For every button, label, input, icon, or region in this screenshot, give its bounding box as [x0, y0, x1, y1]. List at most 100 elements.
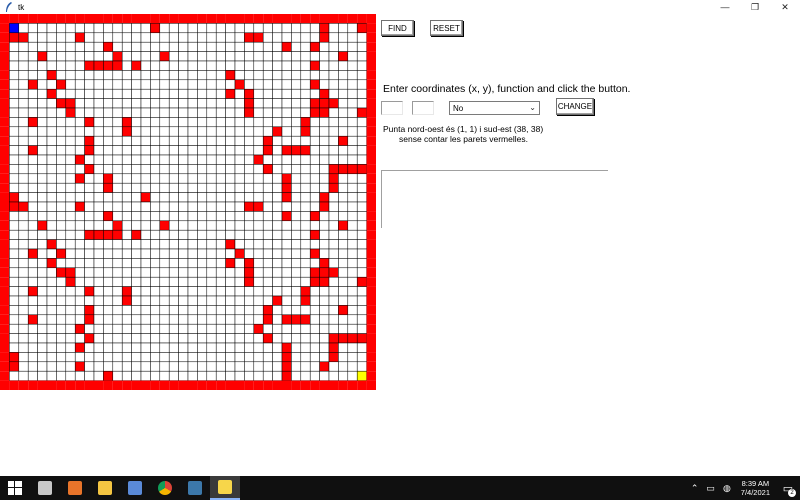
- notification-button[interactable]: ▭ 2: [776, 476, 800, 500]
- maze-cell-open: [168, 361, 179, 372]
- maze-cell-open: [291, 229, 302, 240]
- maze-cell-open: [319, 41, 330, 52]
- maze-cell-open: [347, 201, 358, 212]
- maze-cell-wall: [0, 249, 10, 259]
- minimize-button[interactable]: —: [710, 0, 740, 14]
- maze-cell-open: [131, 98, 142, 109]
- maze-cell-wall: [338, 135, 349, 146]
- maze-cell-open: [262, 248, 273, 259]
- maze-cell-wall: [84, 286, 95, 297]
- maze-cell-open: [168, 323, 179, 334]
- maze-cell-open: [347, 60, 358, 71]
- maze-cell-open: [300, 352, 311, 363]
- maze-cell-wall: [56, 267, 67, 278]
- taskbar-python-idle-button[interactable]: [180, 476, 210, 500]
- maze-cell-open: [291, 164, 302, 175]
- y-coordinate-input[interactable]: [412, 101, 434, 115]
- maze-cell-open: [46, 145, 57, 156]
- maze-cell-open: [309, 23, 320, 34]
- clock[interactable]: 8:39 AM 7/4/2021: [741, 479, 770, 497]
- maze-cell-open: [225, 182, 236, 193]
- maze-cell-open: [150, 239, 161, 250]
- maze-cell-open: [46, 164, 57, 175]
- maze-cell-open: [93, 23, 104, 34]
- maze-cell-open: [244, 211, 255, 222]
- taskbar-documents-button[interactable]: [120, 476, 150, 500]
- maze-cell-open: [74, 60, 85, 71]
- maze-cell-wall: [121, 286, 132, 297]
- maze-cell-open: [338, 126, 349, 137]
- maze-cell-open: [309, 352, 320, 363]
- maze-cell-open: [46, 352, 57, 363]
- maze-cell-open: [272, 107, 283, 118]
- maze-cell-wall: [225, 70, 236, 81]
- maze-cell-open: [37, 173, 48, 184]
- taskbar-app-s-button[interactable]: [60, 476, 90, 500]
- maze-cell-open: [56, 211, 67, 222]
- maze-cell-open: [27, 370, 38, 381]
- maze-cell-open: [37, 23, 48, 34]
- taskbar-python-tk-button[interactable]: [210, 476, 240, 500]
- maze-cell-wall: [338, 380, 348, 390]
- maze-cell-open: [93, 126, 104, 137]
- maze-cell-open: [187, 333, 198, 344]
- taskbar-start-button[interactable]: [0, 476, 30, 500]
- maze-cell-open: [328, 60, 339, 71]
- maze-cell-wall: [74, 342, 85, 353]
- restore-button[interactable]: ❐: [740, 0, 770, 14]
- maze-cell-open: [46, 192, 57, 203]
- close-button[interactable]: ✕: [770, 0, 800, 14]
- maze-cell-wall: [112, 220, 123, 231]
- maze-cell-open: [27, 323, 38, 334]
- taskbar-file-explorer-button[interactable]: [90, 476, 120, 500]
- maze-cell-wall: [272, 295, 283, 306]
- maze-cell-open: [281, 333, 292, 344]
- maze-cell-wall: [0, 371, 10, 381]
- maze-cell-open: [103, 258, 114, 269]
- maze-cell-wall: [9, 14, 19, 24]
- maze-cell-open: [178, 32, 189, 43]
- network-globe-icon[interactable]: ◍: [723, 483, 731, 494]
- maze-cell-wall: [169, 380, 179, 390]
- maze-cell-wall: [0, 136, 10, 146]
- maze-cell-open: [197, 145, 208, 156]
- maze-cell-open: [27, 126, 38, 137]
- maze-cell-wall: [225, 88, 236, 99]
- maze-cell-open: [328, 220, 339, 231]
- maze-cell-open: [262, 239, 273, 250]
- chevron-up-icon[interactable]: ⌃: [691, 483, 699, 494]
- change-button[interactable]: CHANGE: [556, 98, 594, 115]
- maze-cell-wall: [244, 107, 255, 118]
- maze-cell-open: [159, 107, 170, 118]
- maze-cell-wall: [366, 42, 376, 52]
- taskbar-chrome-button[interactable]: [150, 476, 180, 500]
- battery-icon[interactable]: ▭: [706, 483, 715, 494]
- maze-cell-open: [356, 342, 367, 353]
- maze-cell-wall: [319, 380, 329, 390]
- reset-button[interactable]: RESET: [430, 20, 463, 36]
- maze-cell-open: [197, 88, 208, 99]
- taskbar-app-spiral-button[interactable]: [30, 476, 60, 500]
- maze-cell-open: [150, 361, 161, 372]
- maze-cell-open: [159, 32, 170, 43]
- maze-cell-open: [215, 79, 226, 90]
- maze-cell-open: [56, 295, 67, 306]
- maze-canvas[interactable]: [0, 14, 377, 391]
- maze-cell-open: [328, 23, 339, 34]
- maze-cell-open: [262, 32, 273, 43]
- function-dropdown[interactable]: No ⌄: [449, 101, 540, 115]
- maze-cell-open: [338, 32, 349, 43]
- maze-cell-wall: [103, 182, 114, 193]
- maze-cell-open: [18, 333, 29, 344]
- x-coordinate-input[interactable]: [381, 101, 403, 115]
- output-text-area[interactable]: [381, 170, 608, 228]
- maze-cell-open: [140, 229, 151, 240]
- maze-cell-open: [319, 239, 330, 250]
- maze-cell-open: [159, 23, 170, 34]
- maze-cell-open: [187, 295, 198, 306]
- maze-cell-open: [187, 314, 198, 325]
- maze-cell-open: [18, 361, 29, 372]
- find-button[interactable]: FIND: [381, 20, 414, 36]
- maze-cell-open: [150, 211, 161, 222]
- maze-cell-open: [309, 154, 320, 165]
